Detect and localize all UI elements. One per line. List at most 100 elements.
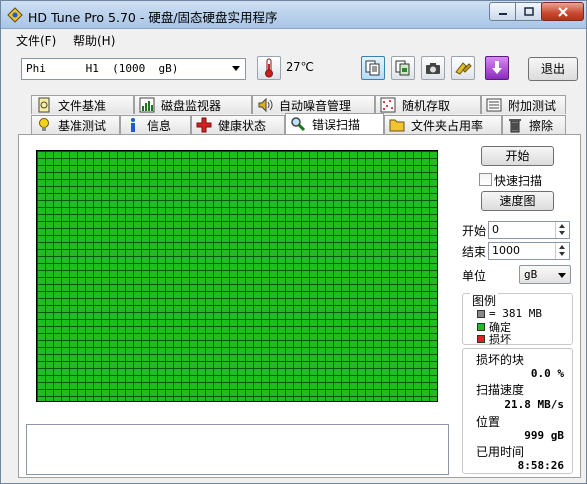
copy-text-icon <box>365 60 380 76</box>
options-icon <box>455 62 472 75</box>
block-map-grid <box>36 150 438 402</box>
random-access-icon <box>380 97 396 113</box>
copy-text-button[interactable] <box>361 56 385 80</box>
temperature-button[interactable] <box>257 56 281 80</box>
disk-monitor-icon <box>139 97 155 113</box>
health-cross-icon <box>196 117 212 133</box>
spin-down-icon <box>559 231 565 235</box>
start-position-value: 0 <box>492 223 499 236</box>
tab-label: 磁盘监视器 <box>161 98 222 113</box>
damaged-blocks-label: 损坏的块 <box>476 353 525 367</box>
tab-label: 文件基准 <box>58 98 107 113</box>
scan-log-box[interactable] <box>26 424 449 475</box>
tab-label: 错误扫描 <box>312 117 361 132</box>
spin-up-icon <box>559 224 565 228</box>
window-title: HD Tune Pro 5.70 - 硬盘/固态硬盘实用程序 <box>28 10 278 25</box>
start-position-input[interactable]: 0 <box>488 221 570 239</box>
position-label: 位置 <box>476 415 501 429</box>
folder-icon <box>389 119 405 132</box>
tab-folder-usage[interactable]: 文件夹占用率 <box>384 115 502 134</box>
bulb-icon <box>39 118 49 131</box>
minimize-button[interactable] <box>489 2 516 21</box>
tab-health[interactable]: 健康状态 <box>191 115 285 134</box>
elapsed-time-value: 8:58:26 <box>517 459 564 472</box>
drive-select-value: Phi H1 (1000 gB) <box>26 62 179 75</box>
maximize-button[interactable] <box>515 2 542 21</box>
camera-button[interactable] <box>421 56 445 80</box>
tab-file-benchmark[interactable]: 文件基准 <box>31 95 134 114</box>
minimize-icon <box>498 12 507 15</box>
elapsed-time-label: 已用时间 <box>476 445 525 459</box>
exit-button[interactable]: 退出 <box>528 57 578 81</box>
legend-label: 损坏 <box>489 333 511 346</box>
menu-file[interactable]: 文件(F) <box>16 32 56 49</box>
speaker-icon <box>258 97 273 113</box>
download-button[interactable] <box>485 56 509 80</box>
unit-select[interactable]: gB <box>519 265 571 284</box>
download-icon <box>492 61 502 74</box>
position-value: 999 gB <box>524 429 564 442</box>
tab-label: 信息 <box>147 118 172 133</box>
legend-swatch-green <box>477 323 485 331</box>
tab-extra-tests[interactable]: 附加测试 <box>481 95 566 114</box>
thermometer-icon <box>265 58 273 78</box>
scan-speed-value: 21.8 MB/s <box>504 398 564 411</box>
legend-item-damaged: 损坏 <box>477 331 511 347</box>
tab-info[interactable]: 信息 <box>120 115 191 134</box>
chevron-down-icon <box>232 66 240 71</box>
close-button[interactable] <box>541 2 584 21</box>
hd-tune-app-icon <box>7 7 23 23</box>
tab-acoustic-management[interactable]: 自动噪音管理 <box>252 95 375 114</box>
tab-label: 擦除 <box>529 118 554 133</box>
menu-bar: 文件(F) 帮助(H) <box>2 29 586 51</box>
info-icon <box>131 118 135 132</box>
tab-label: 健康状态 <box>218 118 267 133</box>
copy-screenshot-icon <box>395 60 410 76</box>
spin-buttons[interactable] <box>555 243 569 259</box>
damaged-blocks-value: 0.0 % <box>530 367 564 380</box>
tab-label: 文件夹占用率 <box>411 118 484 133</box>
stats-group: 损坏的块 0.0 % 扫描速度 21.8 MB/s 位置 999 gB 已用时间… <box>462 348 573 474</box>
toolbar: Phi H1 (1000 gB) 27℃ 退出 <box>2 51 586 87</box>
tab-error-scan[interactable]: 错误扫描 <box>285 113 384 134</box>
error-scan-panel: 开始 快速扫描 速度图 开始 0 结束 1000 单位 gB 图例 = 381 … <box>18 134 581 478</box>
tab-benchmark[interactable]: 基准测试 <box>31 115 120 134</box>
close-icon <box>557 6 568 17</box>
legend-swatch-red <box>477 335 485 343</box>
magnifier-icon <box>291 117 306 132</box>
tab-disk-monitor[interactable]: 磁盘监视器 <box>134 95 252 114</box>
tab-random-access[interactable]: 随机存取 <box>375 95 481 114</box>
legend-group: 图例 = 381 MB 确定 损坏 <box>462 292 573 347</box>
title-bar[interactable]: HD Tune Pro 5.70 - 硬盘/固态硬盘实用程序 <box>1 1 586 29</box>
tab-label: 自动噪音管理 <box>279 98 352 113</box>
file-benchmark-icon <box>38 97 50 113</box>
unit-label: 单位 <box>462 269 487 283</box>
end-position-input[interactable]: 1000 <box>488 242 570 260</box>
end-field-label: 结束 <box>462 245 487 259</box>
tab-label: 基准测试 <box>58 118 107 133</box>
trash-icon <box>509 119 521 133</box>
spin-buttons[interactable] <box>555 222 569 238</box>
camera-icon <box>426 63 440 74</box>
start-scan-button[interactable]: 开始 <box>481 146 554 166</box>
start-field-label: 开始 <box>462 224 487 238</box>
copy-screenshot-button[interactable] <box>391 56 415 80</box>
drive-select[interactable]: Phi H1 (1000 gB) <box>21 58 246 80</box>
tab-label: 附加测试 <box>508 98 557 113</box>
spin-down-icon <box>559 252 565 256</box>
quick-scan-label: 快速扫描 <box>494 174 543 188</box>
quick-scan-checkbox[interactable] <box>479 173 492 186</box>
app-window: HD Tune Pro 5.70 - 硬盘/固态硬盘实用程序 文件(F) 帮助(… <box>0 0 587 484</box>
temperature-readout: 27℃ <box>286 60 314 74</box>
options-button[interactable] <box>451 56 475 80</box>
speed-map-button[interactable]: 速度图 <box>481 191 554 211</box>
scan-speed-label: 扫描速度 <box>476 383 525 397</box>
end-position-value: 1000 <box>492 244 520 257</box>
spin-up-icon <box>559 245 565 249</box>
tab-erase[interactable]: 擦除 <box>502 115 566 134</box>
menu-help[interactable]: 帮助(H) <box>73 32 115 49</box>
unit-select-value: gB <box>524 268 538 281</box>
maximize-icon <box>523 7 534 16</box>
tab-label: 随机存取 <box>402 98 451 113</box>
legend-swatch-gray <box>477 309 485 318</box>
